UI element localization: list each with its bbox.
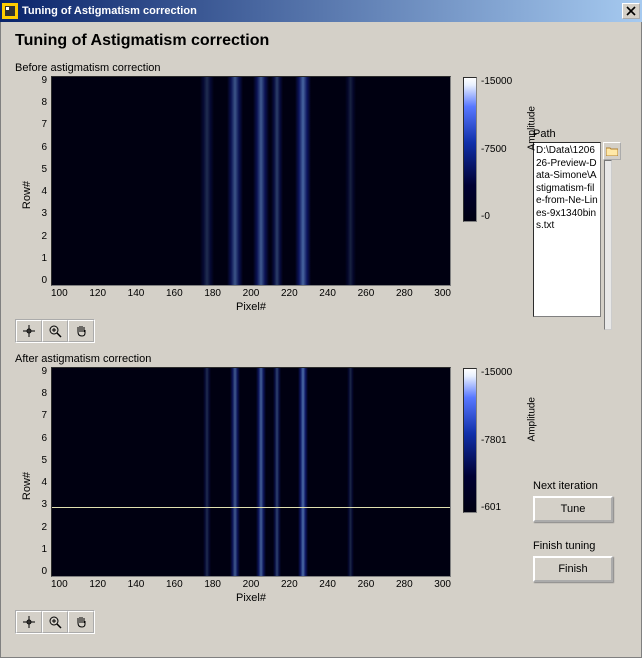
after-label: After astigmatism correction xyxy=(15,353,523,365)
before-colorbar-ticks: -15000-7500-0 xyxy=(481,77,512,222)
before-xticks: 100120140160180200220240260280300 xyxy=(51,288,451,299)
after-plot: Row# 9876543210 100120140160180200220240… xyxy=(15,367,523,604)
before-colorbar-label: Amplitude xyxy=(526,106,537,150)
after-colorbar-label: Amplitude xyxy=(526,397,537,441)
before-xlabel: Pixel# xyxy=(51,301,451,313)
titlebar: Tuning of Astigmatism correction xyxy=(0,0,642,22)
after-ylabel: Row# xyxy=(21,471,33,499)
crosshair-tool[interactable] xyxy=(16,611,42,633)
before-ylabel: Row# xyxy=(21,180,33,208)
before-canvas[interactable] xyxy=(51,76,451,286)
zoom-tool[interactable] xyxy=(42,320,68,342)
zoom-tool[interactable] xyxy=(42,611,68,633)
tune-button[interactable]: Tune xyxy=(533,496,613,522)
before-toolbar xyxy=(15,319,95,343)
path-scrollbar[interactable] xyxy=(604,160,612,330)
crosshair-tool[interactable] xyxy=(16,320,42,342)
after-toolbar xyxy=(15,610,95,634)
after-colorbar: -15000-7801-601 Amplitude xyxy=(463,367,512,604)
after-canvas[interactable] xyxy=(51,367,451,577)
before-yticks: 9876543210 xyxy=(33,76,47,286)
next-iteration-group: Next iteration Tune xyxy=(533,480,623,522)
page-title: Tuning of Astigmatism correction xyxy=(15,32,627,50)
finish-button[interactable]: Finish xyxy=(533,556,613,582)
after-xticks: 100120140160180200220240260280300 xyxy=(51,579,451,590)
before-label: Before astigmatism correction xyxy=(15,62,523,74)
path-label: Path xyxy=(533,128,623,140)
after-colorbar-gradient xyxy=(463,368,477,513)
finish-tuning-label: Finish tuning xyxy=(533,540,623,552)
after-xlabel: Pixel# xyxy=(51,592,451,604)
browse-button[interactable] xyxy=(603,142,621,160)
before-colorbar: -15000-7500-0 Amplitude xyxy=(463,76,512,313)
next-iteration-label: Next iteration xyxy=(533,480,623,492)
pan-tool[interactable] xyxy=(68,320,94,342)
before-plot: Row# 9876543210 100120140160180200220240… xyxy=(15,76,523,313)
finish-tuning-group: Finish tuning Finish xyxy=(533,540,623,582)
after-yticks: 9876543210 xyxy=(33,367,47,577)
close-button[interactable] xyxy=(622,3,640,19)
window-title: Tuning of Astigmatism correction xyxy=(22,5,622,17)
before-colorbar-gradient xyxy=(463,77,477,222)
path-input[interactable]: D:\Data\120626-Preview-Data-Simone\Astig… xyxy=(533,142,601,317)
after-colorbar-ticks: -15000-7801-601 xyxy=(481,368,512,513)
app-icon xyxy=(2,3,18,19)
pan-tool[interactable] xyxy=(68,611,94,633)
